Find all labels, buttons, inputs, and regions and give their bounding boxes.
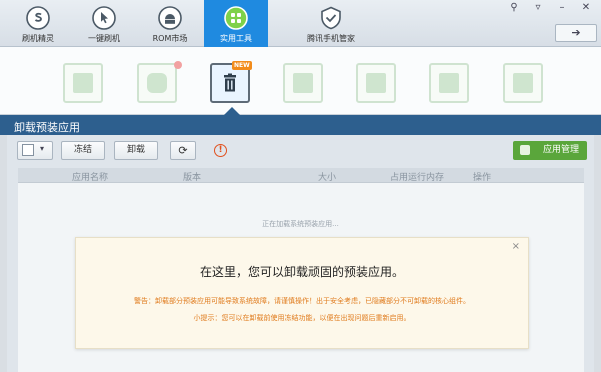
section-header	[0, 115, 601, 135]
pin-icon[interactable]: ⚲	[507, 2, 521, 16]
column-size[interactable]: 大小	[318, 170, 336, 183]
nav-item-rom-market[interactable]: ROM市场	[138, 0, 202, 47]
info-warning-icon[interactable]: !	[214, 144, 227, 157]
app-manage-button[interactable]: 应用管理	[513, 141, 587, 160]
nav-item-flash-genie[interactable]: 刷机精灵	[6, 0, 70, 47]
table-header: 应用名称 版本 大小 占用运行内存 操作	[18, 168, 584, 183]
nav-label: 刷机精灵	[22, 34, 54, 43]
active-tool-caret	[224, 107, 240, 115]
sd-card-icon	[73, 73, 93, 93]
file-search-icon	[513, 73, 533, 93]
nav-label: 腾讯手机管家	[307, 34, 355, 43]
puzzle-icon	[520, 145, 530, 155]
dialog-warning: 警告：卸载部分预装应用可能导致系统故障，请谨慎操作！出于安全考虑，已隐藏部分不可…	[134, 297, 470, 305]
column-app-name[interactable]: 应用名称	[72, 170, 108, 183]
menu-icon[interactable]: ▿	[531, 2, 545, 16]
new-badge: NEW	[232, 61, 252, 70]
nav-label: 实用工具	[220, 34, 252, 43]
dialog-headline: 在这里，您可以卸载顽固的预装应用。	[199, 265, 404, 279]
trash-icon	[224, 73, 236, 92]
dropdown-arrow-icon: ▾	[40, 144, 45, 153]
app-manage-label: 应用管理	[542, 145, 579, 155]
nav-label: ROM市场	[152, 34, 188, 43]
settings-file-icon	[439, 73, 459, 93]
loading-text: 正在加载系统预装应用...	[262, 220, 339, 228]
s-logo-icon	[26, 6, 50, 30]
arrow-right-icon: ➔	[571, 26, 581, 39]
update-button[interactable]: ➔	[555, 24, 597, 42]
android-icon	[158, 6, 182, 30]
column-version[interactable]: 版本	[183, 170, 201, 183]
tool-document[interactable]	[283, 63, 323, 103]
tool-settings-file[interactable]	[429, 63, 469, 103]
top-nav-bar: 刷机精灵 一键刷机 ROM市场 实用工具 腾讯手机管家 ⚲ ▿ – ✕ ➔	[0, 0, 601, 47]
refresh-button[interactable]: ⟳	[170, 141, 196, 160]
nav-item-one-key-flash[interactable]: 一键刷机	[72, 0, 136, 47]
shield-check-icon	[321, 6, 341, 30]
cursor-icon	[92, 6, 116, 30]
notification-dot	[174, 61, 182, 69]
uninstall-button[interactable]: 卸载	[114, 141, 158, 160]
column-action: 操作	[473, 173, 492, 183]
close-icon[interactable]: ✕	[579, 2, 593, 16]
file-export-icon	[366, 73, 386, 93]
info-dialog: × 在这里，您可以卸载顽固的预装应用。 警告：卸载部分预装应用可能导致系统故障，…	[75, 237, 529, 349]
window-controls: ⚲ ▿ – ✕	[507, 2, 593, 16]
column-memory[interactable]: 占用运行内存	[390, 170, 444, 183]
tool-plugin[interactable]	[137, 63, 177, 103]
document-icon	[293, 73, 313, 93]
select-all-checkbox[interactable]	[22, 144, 34, 156]
dialog-tip: 小提示：您可以在卸载前使用冻结功能，以便在出现问题后重新启用。	[193, 314, 411, 322]
tool-file-export[interactable]	[356, 63, 396, 103]
nav-label: 一键刷机	[88, 34, 120, 43]
nav-item-tencent-manager[interactable]: 腾讯手机管家	[296, 0, 366, 47]
close-icon[interactable]: ×	[512, 241, 520, 252]
tool-icon-row	[0, 47, 601, 115]
grid-tools-icon	[224, 6, 248, 30]
puzzle-icon	[147, 73, 167, 93]
tool-sd-card[interactable]	[63, 63, 103, 103]
section-title: 卸载预装应用	[14, 121, 80, 134]
nav-item-tools[interactable]: 实用工具	[204, 0, 268, 47]
tool-file-search[interactable]	[503, 63, 543, 103]
minimize-icon[interactable]: –	[555, 2, 569, 16]
freeze-button[interactable]: 冻结	[61, 141, 105, 160]
refresh-icon: ⟳	[178, 144, 188, 157]
